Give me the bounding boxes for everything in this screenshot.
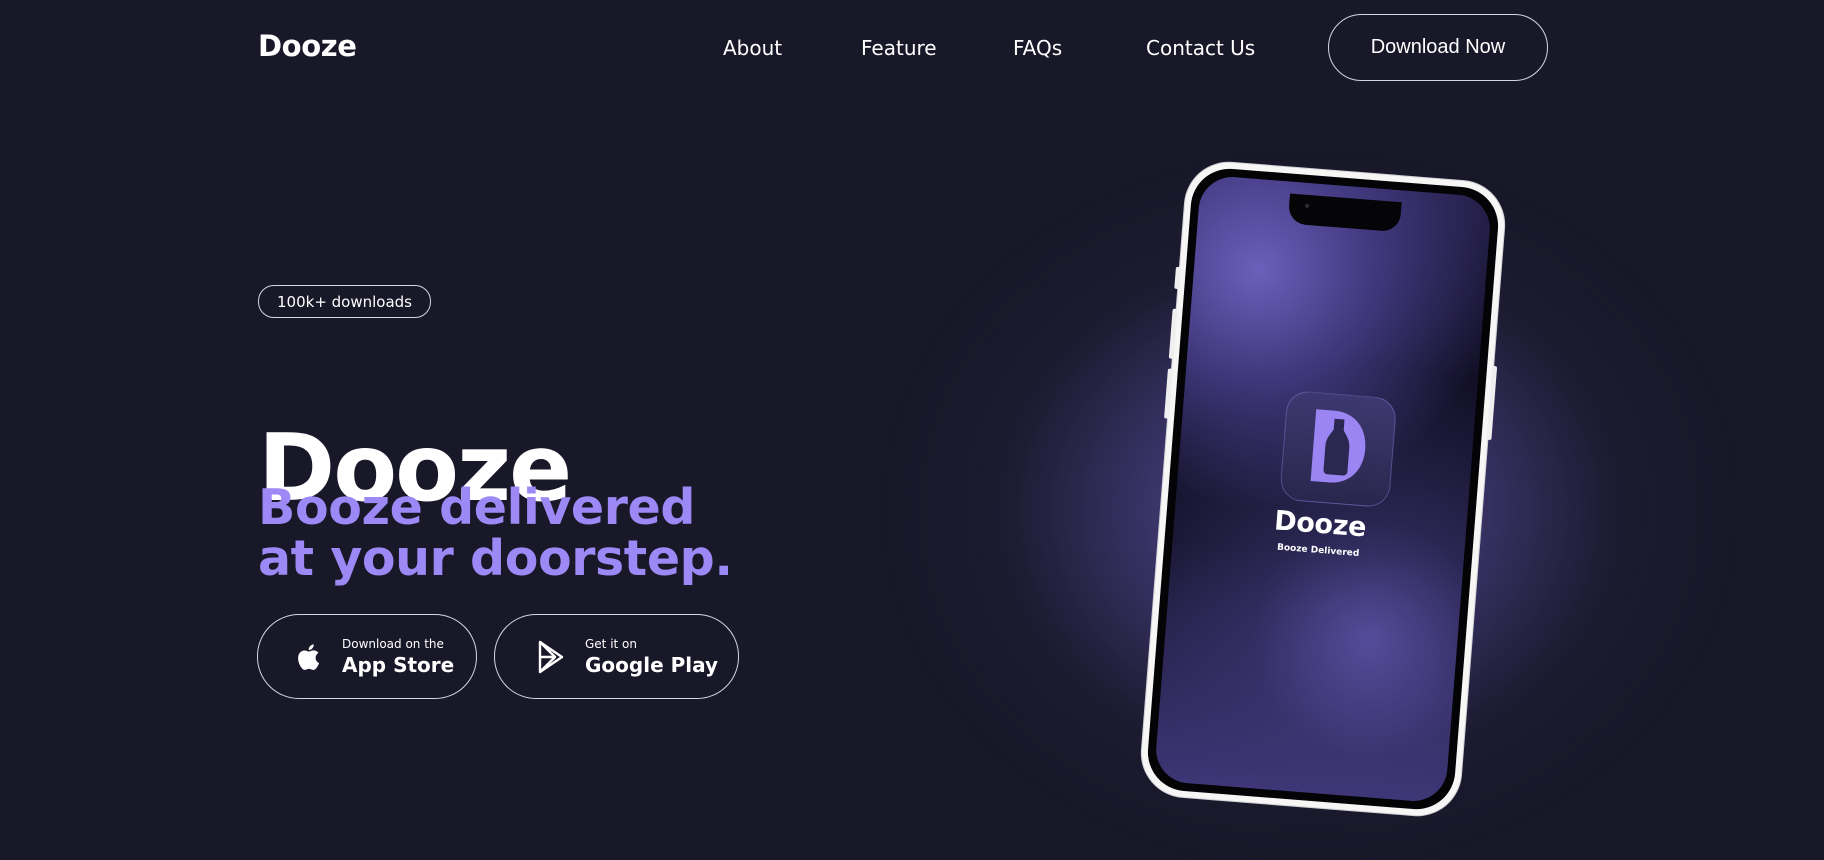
google-play-button[interactable]: Get it on Google Play (494, 614, 739, 699)
phone-notch (1287, 193, 1402, 233)
app-icon (1279, 389, 1398, 509)
downloads-badge: 100k+ downloads (258, 285, 431, 318)
tagline-line-1: Booze delivered (258, 479, 696, 536)
app-store-button[interactable]: Download on the App Store (257, 614, 477, 699)
nav-link-faqs[interactable]: FAQs (1013, 36, 1062, 60)
hero-tagline: Booze delivered at your doorstep. (258, 482, 733, 584)
app-store-label: App Store (342, 653, 455, 677)
app-store-text: Download on the App Store (342, 638, 454, 675)
nav-link-about[interactable]: About (723, 36, 782, 60)
camera-icon (1305, 203, 1310, 209)
phone-mockup: Dooze Booze Delivered (1138, 159, 1508, 819)
app-store-small-label: Download on the (342, 637, 444, 651)
google-play-small-label: Get it on (585, 637, 638, 651)
tagline-line-2: at your doorstep. (258, 530, 733, 587)
top-navigation: Dooze About Feature FAQs Contact Us Down… (0, 0, 1824, 98)
google-play-label: Google Play (585, 653, 719, 677)
nav-link-contact-us[interactable]: Contact Us (1146, 36, 1255, 60)
apple-icon (292, 639, 328, 675)
google-play-text: Get it on Google Play (585, 638, 718, 675)
google-play-icon (535, 639, 571, 675)
phone-screen: Dooze Booze Delivered (1153, 174, 1493, 804)
brand-logo[interactable]: Dooze (258, 29, 357, 63)
nav-link-feature[interactable]: Feature (861, 36, 937, 60)
bottle-icon (1302, 405, 1374, 494)
download-now-button[interactable]: Download Now (1328, 14, 1548, 81)
